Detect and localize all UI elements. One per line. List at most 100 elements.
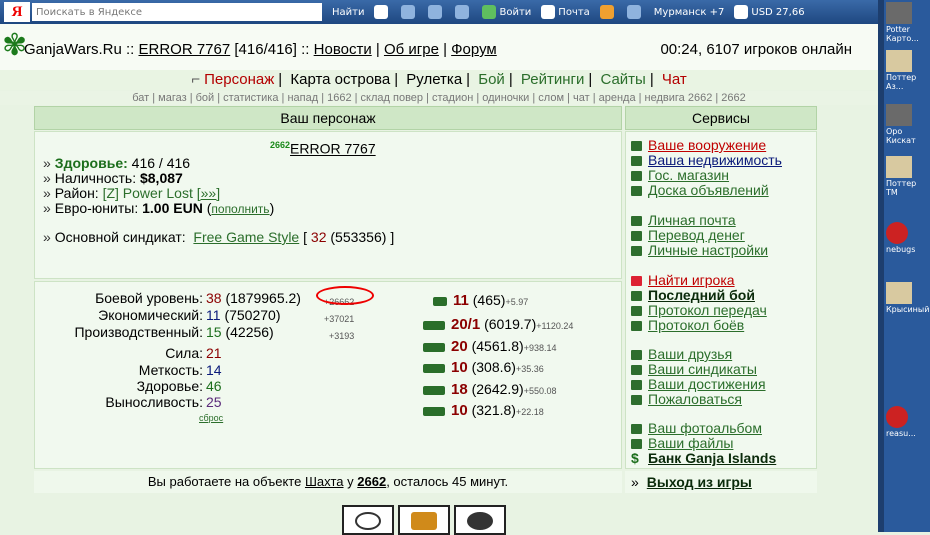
nav-island-map[interactable]: Карта острова — [290, 71, 390, 88]
work-object-link[interactable]: Шахта — [305, 474, 344, 489]
shop-icon — [631, 171, 642, 182]
document-icon-button[interactable] — [428, 5, 445, 19]
item-slot[interactable] — [454, 505, 506, 535]
item-slot[interactable] — [398, 505, 450, 535]
nav-ratings[interactable]: Рейтинги — [521, 71, 584, 88]
health-line: » Здоровье: 416 / 416 — [43, 155, 191, 171]
level-label: Экономический: — [98, 307, 203, 323]
thumbnail-icon — [886, 282, 912, 304]
settings-icon — [631, 246, 642, 257]
economic-delta: +37021 — [324, 314, 355, 324]
sub-nav[interactable]: бат | магаз | бой | статистика | напад |… — [0, 91, 878, 105]
service-item[interactable]: Доска объявлений — [631, 183, 769, 198]
service-item[interactable]: Ваши достижения — [631, 377, 766, 392]
service-item[interactable]: Ваше вооружение — [631, 138, 766, 153]
sidebar-edge — [878, 0, 884, 532]
weapon-skill-row: 10 (308.6)+35.36 — [423, 359, 544, 377]
tools-icon — [455, 5, 470, 19]
service-item[interactable]: Перевод денег — [631, 228, 745, 243]
document-icon — [428, 5, 443, 19]
service-item[interactable]: Ваши друзья — [631, 347, 732, 362]
find-button[interactable]: Найти — [332, 7, 364, 18]
service-item[interactable]: Последний бой — [631, 288, 755, 303]
service-item[interactable]: Ваши синдикаты — [631, 362, 757, 377]
chat-icon-button[interactable] — [374, 5, 391, 19]
accuracy-value: 14 — [206, 362, 222, 378]
exit-link[interactable]: Выход из игры — [647, 474, 752, 490]
service-item[interactable]: Гос. магазин — [631, 168, 729, 183]
service-item[interactable]: $ Банк Ganja Islands — [631, 451, 776, 466]
sidebar-thumb[interactable]: reasu... — [886, 406, 930, 438]
nav-roulette[interactable]: Рулетка — [406, 71, 462, 88]
weapon-skill-row: 20 (4561.8)+938.14 — [423, 338, 557, 356]
service-item[interactable]: Пожаловаться — [631, 392, 742, 407]
armor-icon — [411, 512, 437, 530]
settings-button[interactable] — [626, 5, 644, 19]
reset-link[interactable]: сброс — [199, 410, 223, 426]
production-delta: +3193 — [329, 331, 355, 341]
character-name-link[interactable]: ERROR 7767 — [290, 141, 376, 157]
helmet-icon — [467, 512, 493, 530]
syndicate-icon — [631, 365, 642, 376]
district-link[interactable]: [Z] Power Lost — [103, 185, 193, 201]
syndicate-link[interactable]: Free Game Style — [193, 229, 299, 245]
thumbnail-icon — [886, 156, 912, 178]
pistol-icon — [433, 296, 447, 306]
work-status: Вы работаете на объекте Шахта у 2662, ос… — [34, 471, 622, 493]
board-icon — [631, 186, 642, 197]
character-panel-title: Ваш персонаж — [34, 106, 622, 130]
sidebar-thumb[interactable]: Поттер ТМ — [886, 156, 930, 197]
service-item[interactable]: Протокол боёв — [631, 318, 744, 333]
shotgun-icon — [423, 385, 445, 395]
sidebar-thumb[interactable]: nebugs — [886, 222, 930, 254]
tools-icon-button[interactable] — [455, 5, 472, 19]
player-name-link[interactable]: ERROR 7767 — [139, 41, 231, 58]
service-item[interactable]: Личная почта — [631, 213, 736, 228]
login-button[interactable]: Войти — [482, 5, 531, 19]
files-icon — [631, 439, 642, 450]
item-slot[interactable] — [342, 505, 394, 535]
grenade-launcher-icon — [423, 363, 445, 373]
sidebar-thumb[interactable]: Поттер Аз... — [886, 50, 930, 91]
search-input[interactable]: Поискать в Яндексе — [32, 3, 322, 21]
nav-character[interactable]: Персонаж — [204, 71, 274, 88]
nav-sites[interactable]: Сайты — [600, 71, 645, 88]
character-name: 2662ERROR 7767 — [270, 140, 376, 157]
character-stats-panel: Боевой уровень: Экономический: Производс… — [34, 281, 622, 469]
service-item[interactable]: Ваш фотоальбом — [631, 421, 762, 436]
service-item[interactable]: Ваша недвижимость — [631, 153, 782, 168]
about-link[interactable]: Об игре — [384, 41, 439, 58]
sidebar-thumb[interactable]: Оро Кискат — [886, 104, 930, 145]
nav-chat[interactable]: Чат — [662, 71, 687, 88]
district-more-link[interactable]: [»»] — [197, 185, 220, 201]
work-owner-link[interactable]: 2662 — [357, 474, 386, 489]
sidebar-thumb[interactable]: Крысиный — [886, 282, 930, 314]
health-attr-value: 46 — [206, 378, 222, 394]
forum-link[interactable]: Форум — [451, 41, 497, 58]
app-icon-button[interactable] — [599, 5, 617, 19]
yandex-logo[interactable]: Я — [4, 2, 30, 22]
news-link[interactable]: Новости — [314, 41, 372, 58]
district-line: » Район: [Z] Power Lost [»»] — [43, 185, 221, 201]
currency-icon — [734, 5, 749, 19]
currency-widget[interactable]: USD 27,66 — [734, 5, 805, 19]
euro-line: » Евро-юниты: 1.00 EUN (пополнить) — [43, 200, 275, 217]
thumbnail-icon — [886, 104, 912, 126]
service-item[interactable]: Найти игрока — [631, 273, 735, 288]
service-item[interactable]: Ваши файлы — [631, 436, 733, 451]
browser-toolbar: Я Поискать в Яндексе Найти Войти Почта М… — [0, 0, 878, 24]
exit-row: » Выход из игры — [625, 471, 817, 493]
weapon-skill-row: 10 (321.8)+22.18 — [423, 402, 544, 420]
thumbnail-icon — [886, 50, 912, 72]
weather-widget[interactable]: Мурманск +7 — [654, 7, 725, 18]
mail-button[interactable]: Почта — [541, 5, 590, 19]
header-brand-line: GanjaWars.Ru :: ERROR 7767 [416/416] :: … — [24, 41, 497, 58]
player-hp: [416/416] — [234, 41, 297, 58]
nav-battle[interactable]: Бой — [478, 71, 505, 88]
topup-link[interactable]: пополнить — [211, 202, 269, 216]
sidebar-thumb[interactable]: Potter Карто... — [886, 2, 930, 43]
check-icon-button[interactable] — [401, 5, 418, 19]
level-label: Производственный: — [74, 324, 203, 340]
service-item[interactable]: Личные настройки — [631, 243, 768, 258]
service-item[interactable]: Протокол передач — [631, 303, 767, 318]
